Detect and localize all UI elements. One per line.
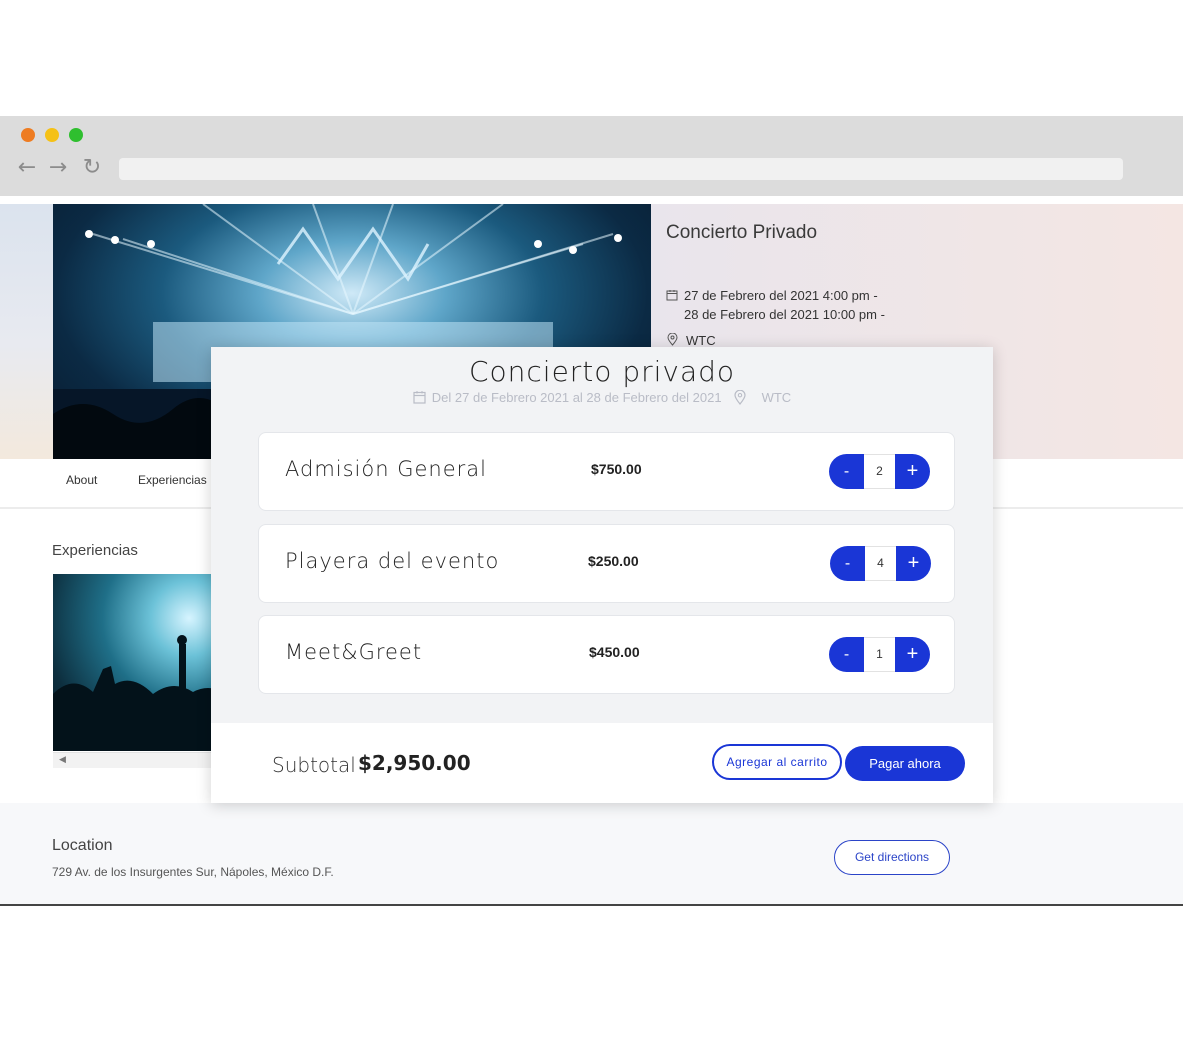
- decrease-quantity-button[interactable]: -: [830, 546, 865, 581]
- experiences-section-title: Experiencias: [52, 542, 138, 559]
- quantity-stepper: - 1 +: [829, 637, 930, 672]
- calendar-icon: [413, 391, 426, 404]
- address-bar[interactable]: [119, 158, 1123, 180]
- get-directions-button[interactable]: Get directions: [834, 840, 950, 875]
- ticket-item-admision: Admisión General $750.00 - 2 +: [258, 432, 955, 511]
- modal-event-info: Del 27 de Febrero 2021 al 28 de Febrero …: [211, 390, 993, 405]
- ticket-price: $750.00: [591, 461, 642, 477]
- location-title: Location: [52, 837, 113, 854]
- minimize-window-dot[interactable]: [45, 128, 59, 142]
- experiences-scrollbar[interactable]: ◀: [53, 752, 223, 768]
- quantity-value[interactable]: 1: [864, 637, 895, 672]
- ticket-price: $250.00: [588, 553, 639, 569]
- event-venue: WTC: [686, 333, 716, 348]
- modal-footer: Subtotal $2,950.00 Agregar al carrito Pa…: [211, 723, 993, 803]
- event-date-start: 27 de Febrero del 2021 4:00 pm -: [684, 288, 878, 303]
- ticket-name: Playera del evento: [285, 549, 500, 573]
- ticket-selection-modal: Concierto privado Del 27 de Febrero 2021…: [211, 347, 993, 803]
- calendar-icon: [666, 290, 678, 301]
- add-to-cart-button[interactable]: Agregar al carrito: [712, 744, 842, 780]
- increase-quantity-button[interactable]: +: [896, 546, 931, 581]
- location-pin-icon: [667, 333, 678, 346]
- subtotal-value: $2,950.00: [358, 751, 471, 775]
- quantity-stepper: - 4 +: [830, 546, 931, 581]
- back-arrow-icon[interactable]: ←: [15, 156, 39, 180]
- increase-quantity-button[interactable]: +: [895, 454, 930, 489]
- ticket-item-meetgreet: Meet&Greet $450.00 - 1 +: [258, 615, 955, 694]
- decrease-quantity-button[interactable]: -: [829, 637, 864, 672]
- modal-venue: WTC: [761, 390, 792, 405]
- location-address: 729 Av. de los Insurgentes Sur, Nápoles,…: [52, 865, 334, 879]
- subtotal-label: Subtotal: [272, 753, 356, 777]
- location-section: [0, 803, 1183, 906]
- pay-now-button[interactable]: Pagar ahora: [845, 746, 965, 781]
- forward-arrow-icon[interactable]: →: [46, 156, 70, 180]
- scroll-left-arrow-icon[interactable]: ◀: [59, 755, 66, 765]
- ticket-name: Meet&Greet: [285, 640, 423, 664]
- tab-experiencias[interactable]: Experiencias: [138, 473, 207, 487]
- event-title: Concierto Privado: [666, 222, 818, 243]
- increase-quantity-button[interactable]: +: [895, 637, 930, 672]
- tab-about[interactable]: About: [66, 473, 97, 487]
- decrease-quantity-button[interactable]: -: [829, 454, 864, 489]
- ticket-price: $450.00: [589, 644, 640, 660]
- ticket-name: Admisión General: [285, 457, 487, 481]
- close-window-dot[interactable]: [21, 128, 35, 142]
- event-date-end: 28 de Febrero del 2021 10:00 pm -: [684, 307, 885, 322]
- location-pin-icon: [733, 390, 746, 405]
- modal-title: Concierto privado: [468, 355, 736, 388]
- page-divider: [0, 904, 1183, 906]
- experience-card-image[interactable]: [53, 574, 223, 751]
- crowd-illustration: [53, 635, 223, 751]
- quantity-value[interactable]: 2: [864, 454, 895, 489]
- reload-icon[interactable]: ↻: [80, 156, 104, 180]
- modal-date-range: Del 27 de Febrero 2021 al 28 de Febrero …: [431, 390, 722, 405]
- hero-side-gradient: [0, 204, 53, 459]
- maximize-window-dot[interactable]: [69, 128, 83, 142]
- browser-toolbar: ← → ↻: [0, 116, 1183, 196]
- quantity-stepper: - 2 +: [829, 454, 930, 489]
- ticket-item-playera: Playera del evento $250.00 - 4 +: [258, 524, 955, 603]
- quantity-value[interactable]: 4: [865, 546, 896, 581]
